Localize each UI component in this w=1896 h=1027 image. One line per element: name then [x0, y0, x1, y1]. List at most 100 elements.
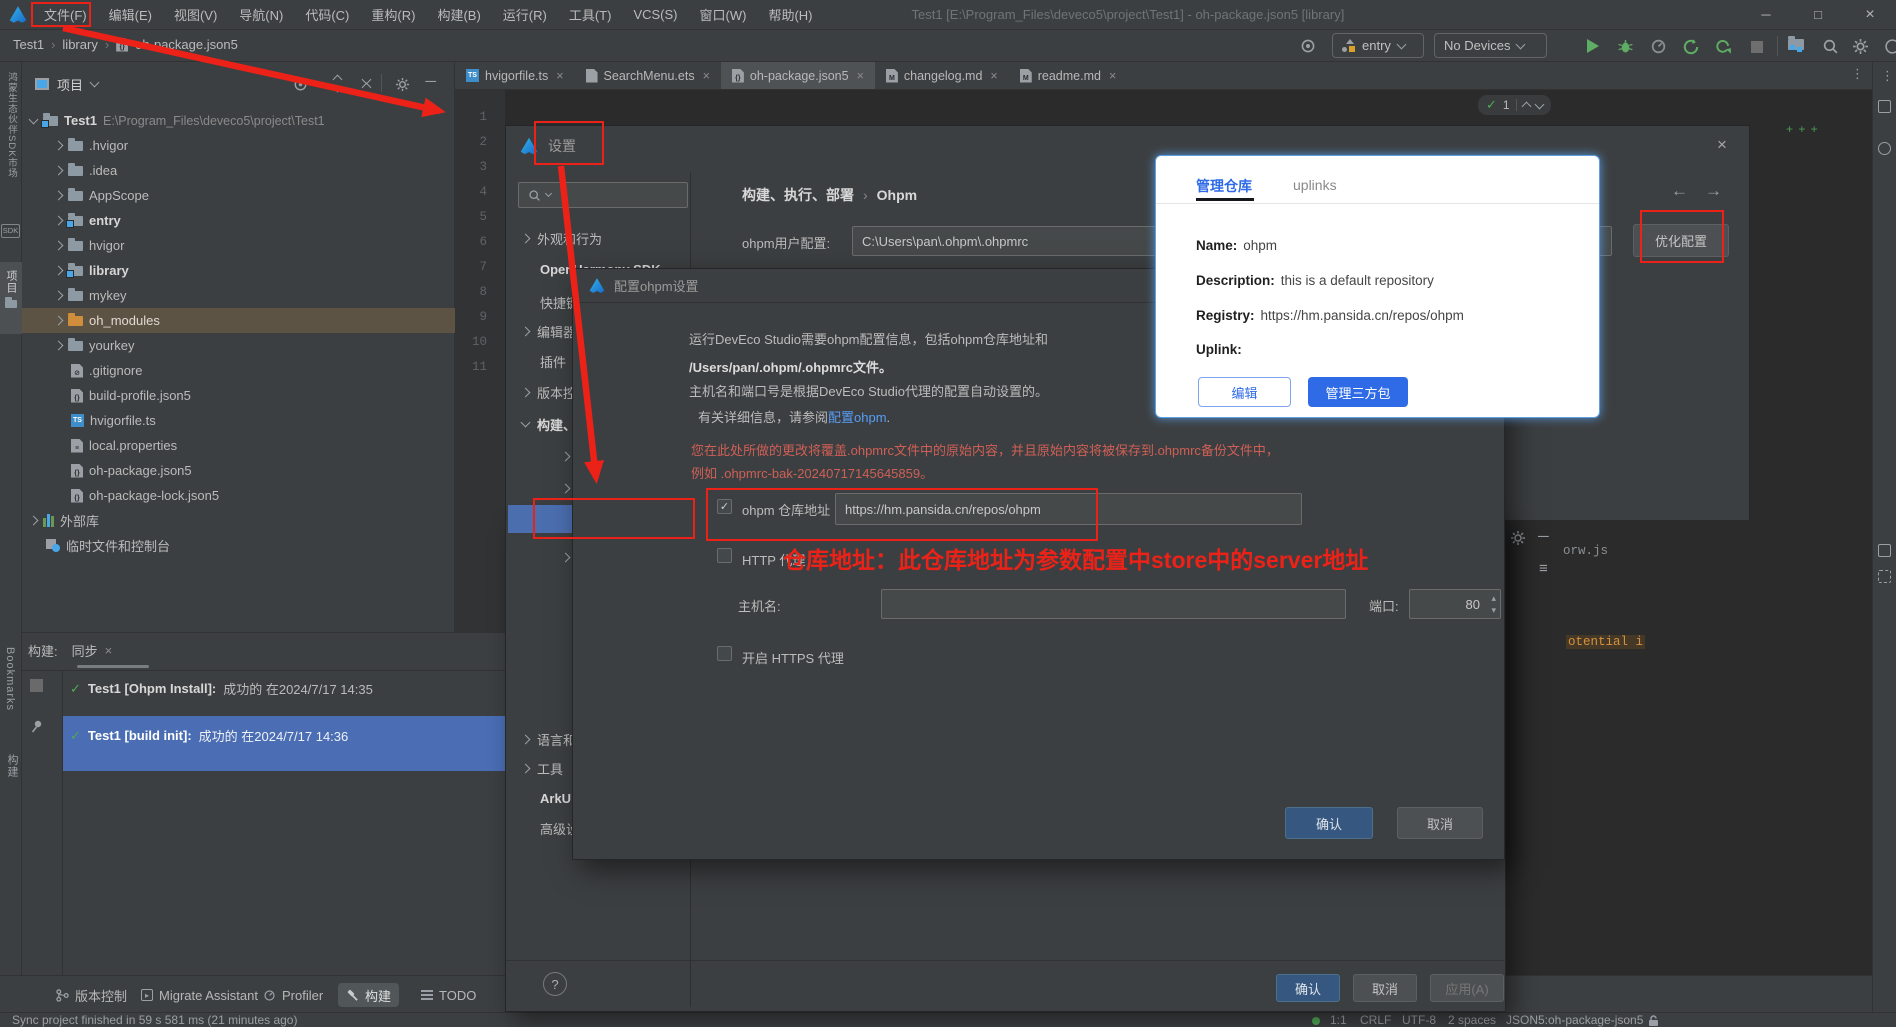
debug-restart-button[interactable] — [1714, 38, 1732, 56]
minimize-button[interactable]: ─ — [1740, 0, 1792, 30]
bookmarks-tool-tab[interactable]: Bookmarks — [4, 647, 16, 711]
menu-file[interactable]: 文件(F) — [33, 5, 98, 24]
tree-row-library[interactable]: library — [22, 258, 455, 283]
collapsed-icon[interactable] — [53, 315, 64, 326]
gallery-tool-icon[interactable] — [1878, 570, 1891, 583]
port-field[interactable]: 80 ▴ ▾ — [1409, 589, 1501, 619]
collapsed-icon[interactable] — [53, 140, 64, 151]
popup-tab-uplinks[interactable]: uplinks — [1293, 177, 1337, 193]
tree-row-entry[interactable]: entry — [22, 208, 455, 233]
file-type[interactable]: JSON5:oh-package-json5 — [1506, 1013, 1643, 1027]
indent-setting[interactable]: 2 spaces — [1448, 1013, 1496, 1027]
collapse-all-icon[interactable] — [361, 74, 372, 93]
tree-row-yourkey[interactable]: yourkey — [22, 333, 455, 358]
tree-row-local-properties[interactable]: ≡ local.properties — [22, 433, 455, 458]
collapsed-icon[interactable] — [53, 190, 64, 201]
build-tool-button[interactable]: 构建 — [338, 983, 400, 1007]
menu-edit[interactable]: 编辑(E) — [98, 5, 163, 24]
hide-panel-icon[interactable]: ─ — [425, 73, 436, 90]
panel-gear-icon[interactable] — [395, 77, 410, 92]
settings-apply-button[interactable]: 应用(A) — [1430, 974, 1504, 1002]
tree-row-oh-package-lock[interactable]: {} oh-package-lock.json5 — [22, 483, 455, 508]
vcs-tool-button[interactable]: 版本控制 — [48, 983, 135, 1007]
expand-all-icon[interactable] — [332, 74, 343, 93]
help-button[interactable]: ? — [543, 972, 567, 996]
menu-tools[interactable]: 工具(T) — [558, 5, 623, 24]
tree-row-appscope[interactable]: AppScope — [22, 183, 455, 208]
maximize-button[interactable]: □ — [1792, 0, 1844, 30]
run-button[interactable] — [1587, 39, 1599, 53]
build-tab-sync[interactable]: 同步 × — [72, 641, 113, 660]
locate-icon[interactable] — [1300, 38, 1316, 54]
sync-button[interactable] — [1682, 38, 1700, 56]
configure-ohpm-link[interactable]: 配置ohpm — [828, 410, 887, 425]
tab-options-icon[interactable]: ⋮ — [1843, 62, 1872, 89]
collapsed-icon[interactable] — [53, 165, 64, 176]
close-icon[interactable]: × — [857, 69, 864, 83]
close-icon[interactable]: × — [556, 69, 563, 83]
tab-searchmenu[interactable]: SearchMenu.ets × — [575, 62, 721, 89]
device-select[interactable]: No Devices — [1434, 33, 1547, 58]
close-icon[interactable]: × — [703, 69, 710, 83]
menu-vcs[interactable]: VCS(S) — [622, 7, 688, 22]
host-field[interactable] — [881, 589, 1346, 619]
settings-item-editor[interactable]: 编辑器 — [520, 320, 576, 342]
repo-checkbox-checked[interactable]: ✓ — [717, 499, 732, 514]
ohpm-ok-button[interactable]: 确认 — [1285, 807, 1373, 839]
chevron-up-icon[interactable] — [1521, 101, 1532, 112]
menu-run[interactable]: 运行(R) — [492, 5, 558, 24]
breadcrumb-module[interactable]: library — [62, 37, 97, 52]
settings-item-plugins[interactable]: 插件 — [540, 350, 566, 372]
close-icon[interactable]: × — [990, 69, 997, 83]
nav-back-icon[interactable]: ← — [1671, 181, 1688, 201]
build-item-build-init[interactable]: ✓ Test1 [build init]: 成功的 在2024/7/17 14:… — [70, 726, 348, 745]
tree-row-hvigor[interactable]: hvigor — [22, 233, 455, 258]
chevron-down-icon[interactable] — [1534, 99, 1545, 109]
tree-row-mykey[interactable]: mykey — [22, 283, 455, 308]
build-item-ohpm-install[interactable]: ✓ Test1 [Ohpm Install]: 成功的 在2024/7/17 1… — [70, 679, 373, 698]
collapsed-icon[interactable] — [53, 340, 64, 351]
project-tool-tab[interactable]: 项目 — [0, 262, 22, 334]
select-opened-file-icon[interactable] — [293, 77, 308, 92]
popup-manage-button[interactable]: 管理三方包 — [1308, 377, 1408, 407]
file-encoding[interactable]: UTF-8 — [1402, 1013, 1436, 1027]
lock-icon[interactable] — [1648, 1015, 1659, 1027]
stop-icon[interactable] — [30, 679, 43, 692]
close-icon[interactable]: × — [105, 643, 113, 658]
stop-button[interactable] — [1751, 41, 1763, 53]
close-icon[interactable]: × — [1717, 135, 1727, 155]
migrate-assistant-button[interactable]: ▸ Migrate Assistant — [133, 983, 266, 1007]
expanded-icon[interactable] — [28, 114, 39, 125]
tree-row-oh-modules[interactable]: oh_modules — [22, 308, 455, 333]
options-icon[interactable]: ⋮ — [1881, 68, 1894, 84]
menu-build[interactable]: 构建(B) — [426, 5, 491, 24]
debug-button[interactable] — [1617, 38, 1634, 55]
profiler-button[interactable]: Profiler — [255, 983, 331, 1007]
notifications-icon[interactable] — [1878, 100, 1891, 113]
inspections-widget[interactable]: ✓ 1 — [1478, 95, 1551, 115]
pin-icon[interactable] — [29, 719, 44, 734]
tree-row-hvigor-dir[interactable]: .hvigor — [22, 133, 455, 158]
assistant-icon[interactable] — [1878, 142, 1891, 155]
nav-forward-icon[interactable]: → — [1705, 181, 1722, 201]
todo-button[interactable]: TODO — [413, 983, 484, 1007]
build-tool-tab[interactable]: 构建 — [4, 754, 20, 778]
sdk-market-tab[interactable]: 鸿蒙生态伙伴SDK市场 — [4, 72, 18, 179]
caret-position[interactable]: 1:1 — [1330, 1013, 1347, 1027]
close-icon[interactable]: × — [1109, 69, 1116, 83]
profiler-button[interactable] — [1650, 38, 1667, 55]
device-tool-icon[interactable] — [1878, 544, 1891, 557]
tree-row-hvigorfile[interactable]: TS hvigorfile.ts — [22, 408, 455, 433]
repo-url-field[interactable]: https://hm.pansida.cn/repos/ohpm — [835, 493, 1302, 525]
collapsed-icon[interactable] — [53, 215, 64, 226]
menu-navigate[interactable]: 导航(N) — [228, 5, 294, 24]
ohpm-cancel-button[interactable]: 取消 — [1397, 807, 1483, 839]
settings-cancel-button[interactable]: 取消 — [1353, 974, 1417, 1002]
settings-ok-button[interactable]: 确认 — [1276, 974, 1340, 1002]
menu-window[interactable]: 窗口(W) — [689, 5, 758, 24]
port-stepper[interactable]: ▴ ▾ — [1491, 592, 1496, 616]
popup-tab-manage-repo[interactable]: 管理仓库 — [1196, 176, 1252, 196]
run-config-select[interactable]: entry — [1332, 33, 1424, 58]
settings-item-tools[interactable]: 工具 — [520, 757, 563, 779]
tree-row-project-root[interactable]: Test1 E:\Program_Files\deveco5\project\T… — [22, 108, 455, 133]
